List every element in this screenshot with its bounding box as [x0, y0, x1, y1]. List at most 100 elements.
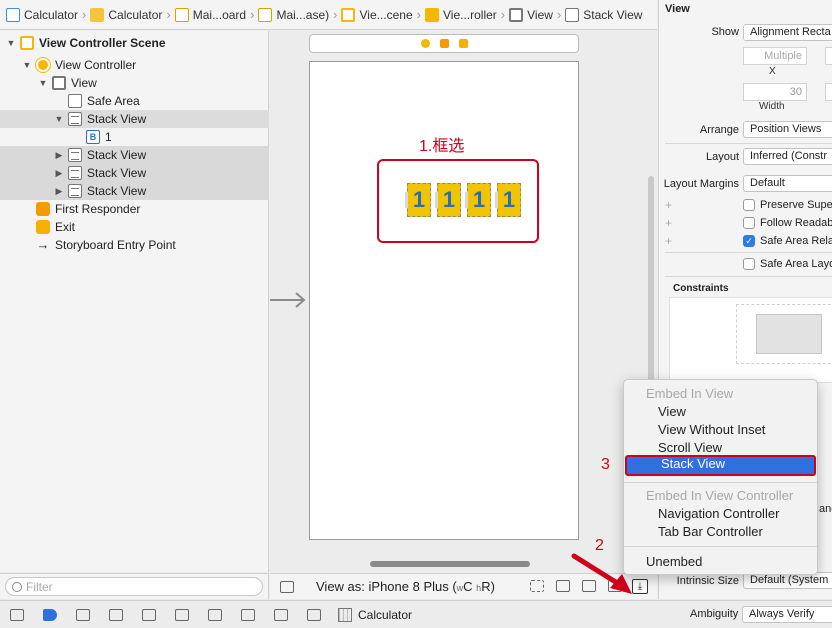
arrange-popup[interactable]: Position Views [743, 121, 832, 138]
follow-readable-width-checkbox[interactable]: Follow Readab [743, 217, 832, 229]
outline-item-exit[interactable]: Exit [0, 218, 269, 236]
chevron-right-icon: › [333, 7, 338, 22]
menu-item-unembed[interactable]: Unembed [624, 553, 819, 571]
disclosure-open-icon[interactable]: ▼ [22, 60, 32, 70]
outline-item-stack-view[interactable]: ▼ Stack View [0, 110, 269, 128]
y-field[interactable] [825, 47, 832, 65]
height-field[interactable] [825, 83, 832, 101]
step-into-icon[interactable] [142, 608, 156, 621]
breadcrumb-item-storyboard-base[interactable]: Mai...ase) [258, 7, 329, 22]
checkmark-icon: ✓ [743, 235, 755, 247]
outline-item-stack-view[interactable]: ▶ Stack View [0, 164, 269, 182]
breadcrumb-item-folder[interactable]: Calculator [90, 7, 162, 22]
environment-overrides-icon[interactable] [274, 608, 288, 621]
outline-filter-bar: Filter [0, 573, 269, 599]
preserve-superview-margins-checkbox[interactable]: Preserve Supe [743, 199, 832, 211]
x-field[interactable]: Multiple [743, 47, 807, 65]
chevron-right-icon: › [82, 7, 87, 22]
disclosure-closed-icon[interactable]: ▶ [54, 150, 64, 161]
exit-icon[interactable] [458, 39, 468, 48]
plus-icon[interactable]: + [665, 234, 672, 248]
menu-item-view-without-inset[interactable]: View Without Inset [624, 421, 819, 439]
filter-input[interactable]: Filter [5, 577, 263, 596]
view-controller-icon[interactable] [420, 39, 430, 48]
folder-icon [90, 7, 105, 22]
outline-item-stack-view[interactable]: ▶ Stack View [0, 182, 269, 200]
menu-header-embed-in-view: Embed In View [646, 386, 734, 401]
outline-item-safe-area[interactable]: Safe Area [0, 92, 269, 110]
stack-view-icon [68, 148, 82, 162]
toggle-outline-icon[interactable] [280, 580, 294, 593]
stack-view-tile[interactable]: 1 [405, 183, 431, 217]
disclosure-open-icon[interactable]: ▼ [38, 78, 48, 88]
plus-icon[interactable]: + [665, 216, 672, 230]
layout-popup[interactable]: Inferred (Constr [743, 148, 832, 165]
outline-item-stack-view[interactable]: ▶ Stack View [0, 146, 269, 164]
update-frames-icon[interactable] [530, 580, 544, 592]
show-popup[interactable]: Alignment Recta [743, 24, 832, 41]
pause-icon[interactable] [76, 608, 90, 621]
horizontal-scrollbar[interactable] [370, 561, 530, 567]
content-compression-label-fragment: anc [819, 503, 832, 515]
safe-area-layout-guide-checkbox[interactable]: Safe Area Layo [743, 258, 832, 270]
project-file-icon [6, 7, 20, 22]
outline-item-first-responder[interactable]: First Responder [0, 200, 269, 218]
layout-margins-popup[interactable]: Default [743, 175, 832, 192]
breadcrumb-item-stack-view[interactable]: Stack View [565, 7, 642, 22]
disclosure-open-icon[interactable]: ▼ [54, 114, 64, 124]
arrange-label: Arrange [699, 124, 739, 136]
breadcrumb-item-storyboard[interactable]: Mai...oard [174, 7, 246, 22]
menu-item-tab-bar-controller[interactable]: Tab Bar Controller [624, 523, 819, 541]
breadcrumb-item-project[interactable]: Calculator [6, 7, 78, 22]
storyboard-icon [258, 7, 273, 22]
button-icon: B [86, 130, 100, 144]
chevron-right-icon: › [250, 7, 255, 22]
scene-dock[interactable] [309, 34, 579, 53]
view-controller-icon [424, 7, 439, 22]
view-icon [52, 76, 66, 90]
storyboard-canvas[interactable]: 1.框选 1 1 1 1 [270, 31, 657, 572]
breakpoints-toggle-icon[interactable] [43, 608, 57, 621]
breadcrumb-item-view[interactable]: View [509, 7, 553, 22]
width-label: Width [759, 101, 785, 112]
outline-item-entry-point[interactable]: → Storyboard Entry Point [0, 236, 269, 254]
stack-view-tile[interactable]: 1 [465, 183, 491, 217]
breadcrumb-item-scene[interactable]: Vie...cene [341, 7, 413, 22]
disclosure-closed-icon[interactable]: ▶ [54, 186, 64, 197]
breadcrumb-item-view-controller[interactable]: Vie...roller [424, 7, 497, 22]
step-out-icon[interactable] [175, 608, 189, 621]
simulate-location-icon[interactable] [307, 608, 321, 621]
stack-view-tile[interactable]: 1 [495, 183, 521, 217]
safe-area-relative-margins-checkbox[interactable]: ✓ Safe Area Rela [743, 235, 832, 247]
plus-icon[interactable]: + [665, 198, 672, 212]
width-field[interactable]: 30 [743, 83, 807, 101]
outline-item-view-controller[interactable]: ▼ View Controller [0, 56, 269, 74]
disclosure-open-icon[interactable]: ▼ [6, 38, 16, 48]
outline-item-view[interactable]: ▼ View [0, 74, 269, 92]
menu-item-navigation-controller[interactable]: Navigation Controller [624, 505, 819, 523]
disclosure-closed-icon[interactable]: ▶ [54, 168, 64, 179]
align-icon[interactable] [556, 580, 570, 592]
chevron-right-icon: › [166, 7, 171, 22]
annotation-step-1: 1.框选 [419, 138, 465, 155]
memory-graph-icon[interactable] [241, 608, 255, 621]
view-hierarchy-icon[interactable] [208, 608, 222, 621]
view-as-device-button[interactable]: View as: iPhone 8 Plus (wC hR) [316, 579, 495, 594]
step-over-icon[interactable] [109, 608, 123, 621]
hide-debug-area-icon[interactable] [10, 608, 24, 621]
view-controller-icon [36, 58, 50, 72]
ambiguity-popup[interactable]: Always Verify [742, 606, 832, 623]
outline-item-button[interactable]: B 1 [0, 128, 269, 146]
stack-views-row[interactable]: 1 1 1 1 [405, 183, 521, 217]
menu-item-stack-view[interactable]: Stack View [625, 455, 816, 476]
first-responder-icon[interactable] [439, 39, 449, 48]
stack-view-tile[interactable]: 1 [435, 183, 461, 217]
chevron-right-icon: › [416, 7, 421, 22]
arrow-right-icon: → [36, 237, 50, 252]
embed-in-button[interactable]: ⤓ [632, 579, 648, 594]
outline-item-scene[interactable]: ▼ View Controller Scene [0, 34, 269, 52]
divider [665, 252, 832, 253]
menu-item-view[interactable]: View [624, 403, 819, 421]
iphone-view[interactable]: 1.框选 1 1 1 1 [309, 61, 579, 540]
debug-target[interactable]: Calculator [338, 607, 412, 622]
